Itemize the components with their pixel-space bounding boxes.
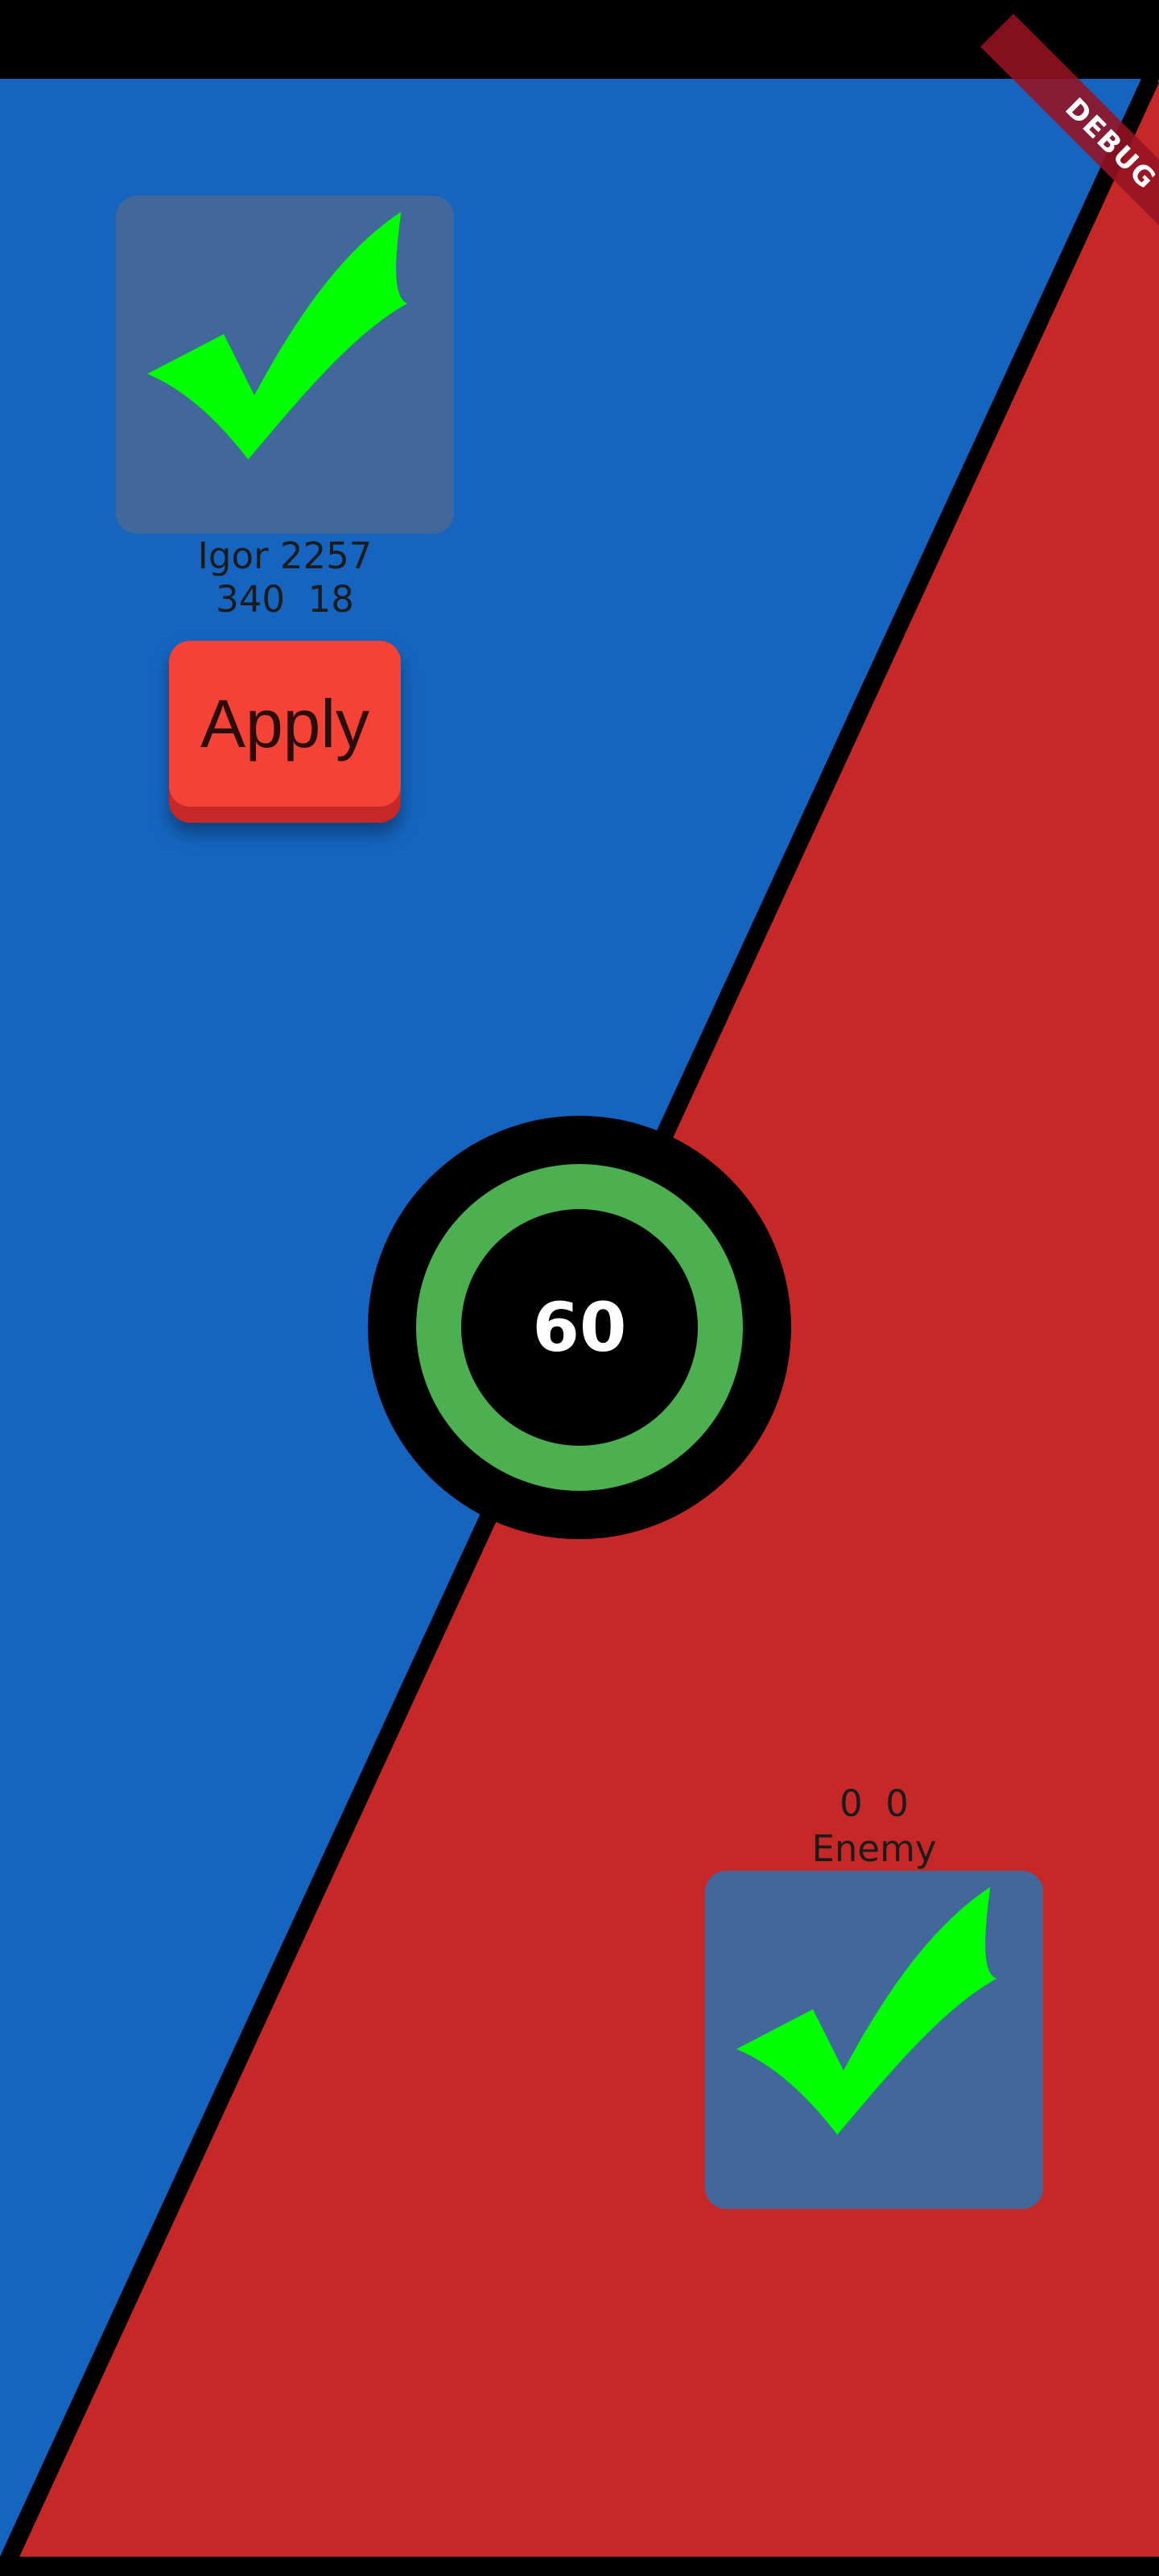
timer-value: 60 bbox=[532, 1288, 627, 1367]
enemy-stats: 0 0 bbox=[839, 1782, 909, 1825]
game-screen: Igor 2257 340 18 Apply 60 0 0 Enemy DEBU… bbox=[0, 0, 1159, 2576]
enemy-card[interactable] bbox=[705, 1871, 1043, 2209]
checkmark-icon bbox=[736, 1887, 996, 2135]
apply-button[interactable]: Apply bbox=[169, 641, 401, 823]
round-timer: 60 bbox=[368, 1116, 791, 1539]
player-card[interactable] bbox=[116, 196, 454, 534]
timer-core: 60 bbox=[461, 1209, 698, 1446]
player-stats: 340 18 bbox=[216, 578, 354, 621]
checkmark-icon bbox=[147, 212, 407, 460]
timer-progress-ring: 60 bbox=[416, 1164, 743, 1491]
player-name-score: Igor 2257 bbox=[197, 535, 373, 577]
enemy-name: Enemy bbox=[811, 1827, 937, 1870]
apply-button-label: Apply bbox=[169, 641, 401, 807]
